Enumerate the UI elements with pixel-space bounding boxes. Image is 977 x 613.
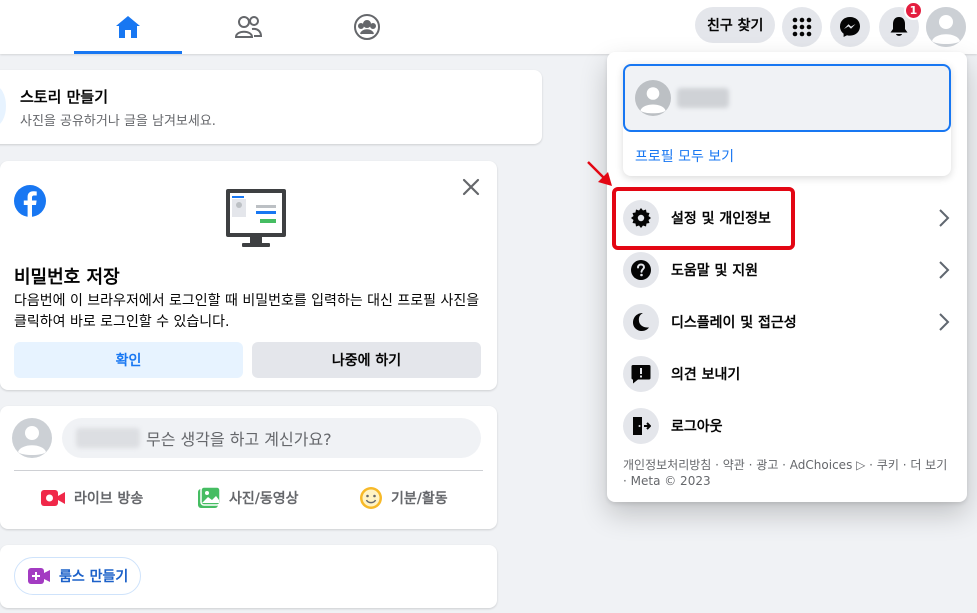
photo-video-button[interactable]: 사진/동영상	[197, 484, 299, 512]
logout-label: 로그아웃	[671, 419, 723, 435]
feeling-activity-button[interactable]: 기분/활동	[359, 484, 448, 512]
feeling-activity-label: 기분/활동	[391, 491, 448, 507]
rooms-card: 룸스 만들기	[0, 545, 497, 608]
menu-item-help-support[interactable]: 도움말 및 지원	[615, 244, 959, 296]
moon-icon	[623, 304, 659, 340]
tab-groups[interactable]	[313, 0, 421, 54]
red-arrow-annotation	[587, 161, 612, 186]
help-support-label: 도움말 및 지원	[671, 263, 759, 279]
user-avatar	[12, 418, 52, 458]
see-all-profiles-link[interactable]: 프로필 모두 보기	[635, 146, 734, 166]
composer-input[interactable]: 무슨 생각을 하고 계신가요?	[62, 418, 481, 458]
password-card-title: 비밀번호 저장	[14, 267, 120, 288]
story-subtitle: 사진을 공유하거나 글을 남겨보세요.	[20, 114, 216, 129]
live-video-button[interactable]: 라이브 방송	[40, 484, 143, 512]
live-video-icon	[41, 490, 65, 506]
close-button[interactable]	[459, 175, 483, 199]
composer-divider	[14, 470, 483, 471]
tab-friends[interactable]	[194, 0, 302, 54]
room-video-icon	[28, 568, 50, 584]
groups-icon	[354, 14, 380, 40]
blurred-user-name	[76, 428, 140, 448]
find-friends-button[interactable]: 친구 찾기	[695, 7, 776, 43]
chevron-right-icon	[939, 313, 950, 331]
live-video-label: 라이브 방송	[74, 491, 144, 507]
save-password-card: 비밀번호 저장 다음번에 이 브라우저에서 로그인할 때 비밀번호를 입력하는 …	[0, 161, 497, 390]
feedback-icon	[623, 356, 659, 392]
facebook-logo-icon	[14, 185, 46, 217]
tab-home[interactable]	[74, 0, 182, 54]
menu-item-logout[interactable]: 로그아웃	[615, 400, 959, 452]
help-icon	[623, 252, 659, 288]
photo-video-label: 사진/동영상	[229, 491, 299, 507]
messenger-icon	[840, 17, 860, 37]
highlight-box	[612, 187, 795, 250]
account-dropdown-menu: 프로필 모두 보기 설정 및 개인정보 도움말 및 지원 디스플레이 및 접근성…	[607, 52, 967, 502]
profile-card: 프로필 모두 보기	[623, 64, 951, 176]
photo-icon	[198, 486, 221, 508]
create-room-label: 룸스 만들기	[59, 569, 129, 585]
later-button[interactable]: 나중에 하기	[252, 342, 481, 378]
give-feedback-label: 의견 보내기	[671, 367, 741, 383]
menu-item-display-accessibility[interactable]: 디스플레이 및 접근성	[615, 296, 959, 348]
home-icon	[116, 16, 140, 38]
profile-row[interactable]	[623, 64, 951, 132]
top-navigation-bar: 친구 찾기 1	[0, 0, 977, 54]
avatar-icon	[926, 7, 966, 47]
monitor-illustration-icon	[226, 189, 286, 247]
password-card-description: 다음번에 이 브라우저에서 로그인할 때 비밀번호를 입력하는 대신 프로필 사…	[14, 293, 480, 330]
notifications-button[interactable]: 1	[879, 1, 923, 47]
chevron-right-icon	[939, 209, 950, 227]
chevron-right-icon	[939, 261, 950, 279]
composer-placeholder: 무슨 생각을 하고 계신가요?	[146, 430, 332, 449]
bell-icon	[890, 17, 908, 36]
create-room-button[interactable]: 룸스 만들기	[14, 557, 142, 595]
post-composer-card: 무슨 생각을 하고 계신가요? 라이브 방송 사진/동영상 기분/활동	[0, 406, 497, 529]
story-add-icon	[0, 86, 6, 126]
friends-icon	[234, 16, 262, 38]
confirm-button[interactable]: 확인	[14, 342, 243, 378]
feeling-icon	[360, 487, 382, 509]
notification-badge: 1	[904, 1, 923, 20]
blurred-profile-name	[677, 88, 729, 108]
close-icon	[462, 178, 480, 196]
account-avatar-button[interactable]	[926, 7, 966, 47]
logout-icon	[623, 408, 659, 444]
menu-item-give-feedback[interactable]: 의견 보내기	[615, 348, 959, 400]
messenger-button[interactable]	[830, 7, 870, 47]
profile-avatar	[635, 80, 671, 116]
menu-grid-button[interactable]	[782, 7, 822, 47]
story-title: 스토리 만들기	[20, 88, 109, 106]
display-accessibility-label: 디스플레이 및 접근성	[671, 315, 797, 331]
menu-footer-links[interactable]: 개인정보처리방침 · 약관 · 광고 · AdChoices ▷ · 쿠키 · …	[623, 457, 953, 489]
grid-icon	[792, 17, 812, 37]
create-story-card[interactable]: 스토리 만들기 사진을 공유하거나 글을 남겨보세요.	[0, 70, 542, 144]
